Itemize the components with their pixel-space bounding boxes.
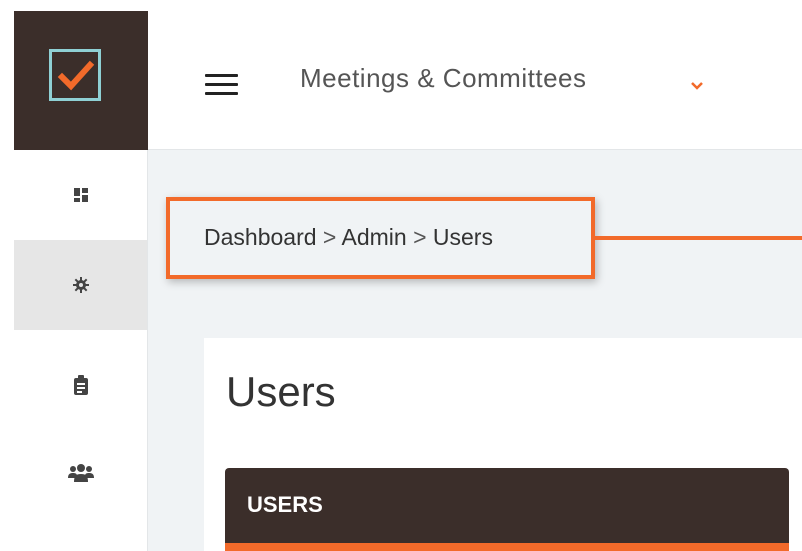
top-bar: Meetings & Committees [148, 11, 802, 150]
top-margin [0, 0, 802, 11]
users-group-icon [67, 464, 94, 482]
breadcrumb-highlight: Dashboard > Admin > Users [166, 197, 595, 279]
sidebar-item-settings[interactable] [14, 240, 147, 330]
dashboard-icon [73, 188, 88, 202]
gear-icon [72, 277, 89, 293]
sidebar-item-agenda[interactable] [14, 340, 147, 430]
sidebar-item-committees[interactable] [14, 428, 147, 518]
card-title: USERS [247, 492, 323, 517]
logo[interactable] [14, 11, 148, 150]
users-panel: Users USERS [204, 338, 802, 551]
hamburger-menu-icon[interactable] [205, 74, 238, 96]
breadcrumb-separator: > [413, 224, 433, 250]
main-content: Dashboard > Admin > Users Users USERS [148, 150, 802, 551]
checkmark-logo-icon [49, 49, 101, 101]
sidebar [14, 150, 148, 551]
chevron-down-icon [690, 67, 704, 98]
breadcrumb-dashboard[interactable]: Dashboard [204, 224, 317, 250]
users-card-header: USERS [225, 468, 789, 551]
page-title: Users [226, 368, 336, 415]
breadcrumb: Dashboard > Admin > Users [204, 224, 493, 251]
breadcrumb-users: Users [432, 224, 493, 250]
callout-line [595, 236, 802, 240]
sidebar-item-dashboard[interactable] [14, 150, 147, 240]
card-accent-bar [225, 543, 789, 551]
app-title: Meetings & Committees [300, 63, 587, 93]
breadcrumb-admin[interactable]: Admin [341, 224, 406, 250]
clipboard-icon [73, 375, 88, 395]
left-margin [0, 11, 14, 551]
app-switcher[interactable]: Meetings & Committees [300, 63, 703, 94]
breadcrumb-separator: > [322, 224, 342, 250]
